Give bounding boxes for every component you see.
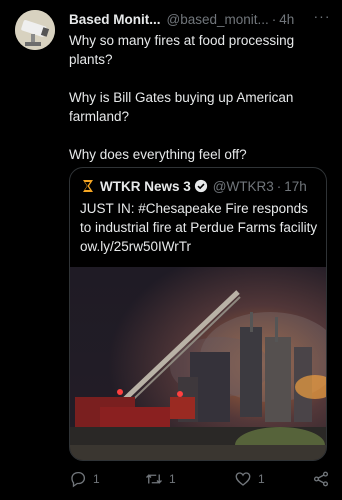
share-icon — [313, 471, 329, 487]
tweet[interactable]: Based Monit... @based_monit... · 4h ··· … — [0, 0, 342, 500]
tweet-paragraph: Why so many fires at food processing pla… — [69, 33, 295, 67]
like-count: 1 — [258, 472, 265, 486]
quoted-tweet-time[interactable]: 17h — [284, 179, 307, 194]
tweet-time[interactable]: 4h — [279, 12, 294, 27]
tweet-header: Based Monit... @based_monit... · 4h — [69, 10, 334, 28]
tweet-paragraph: Why is Bill Gates buying up American far… — [69, 90, 294, 124]
author-handle[interactable]: @based_monit... — [167, 12, 269, 27]
separator: · — [271, 11, 277, 27]
tweet-actions: 1 1 1 — [69, 466, 334, 492]
separator: · — [276, 178, 282, 194]
quoted-tweet-text: JUST IN: #Chesapeake Fire responds to in… — [80, 201, 318, 254]
tweet-paragraph: Why does everything feel off? — [69, 147, 247, 162]
retweet-count: 1 — [169, 472, 176, 486]
retweet-button[interactable]: 1 — [145, 466, 176, 492]
reply-button[interactable]: 1 — [69, 466, 100, 492]
wtkr-logo-icon — [83, 180, 93, 192]
avatar[interactable] — [15, 10, 55, 50]
reply-icon — [71, 471, 86, 488]
quoted-tweet-header: WTKR News 3 @WTKR3 · 17h — [80, 177, 307, 195]
verified-badge-icon — [194, 179, 207, 193]
tweet-text: Why so many fires at food processing pla… — [69, 31, 331, 183]
like-button[interactable]: 1 — [234, 466, 265, 492]
more-options-icon[interactable]: ··· — [311, 8, 333, 28]
security-camera-icon — [15, 10, 55, 50]
retweet-icon — [146, 474, 162, 484]
quoted-tweet[interactable]: WTKR News 3 @WTKR3 · 17h JUST IN: #Chesa… — [69, 167, 327, 461]
quoted-author-handle[interactable]: @WTKR3 — [213, 179, 274, 194]
fire-photo[interactable] — [70, 267, 326, 461]
share-button[interactable] — [312, 466, 330, 492]
reply-count: 1 — [93, 472, 100, 486]
author-name[interactable]: Based Monit... — [69, 12, 161, 27]
quoted-author-name[interactable]: WTKR News 3 — [100, 179, 191, 194]
heart-icon — [235, 472, 251, 486]
